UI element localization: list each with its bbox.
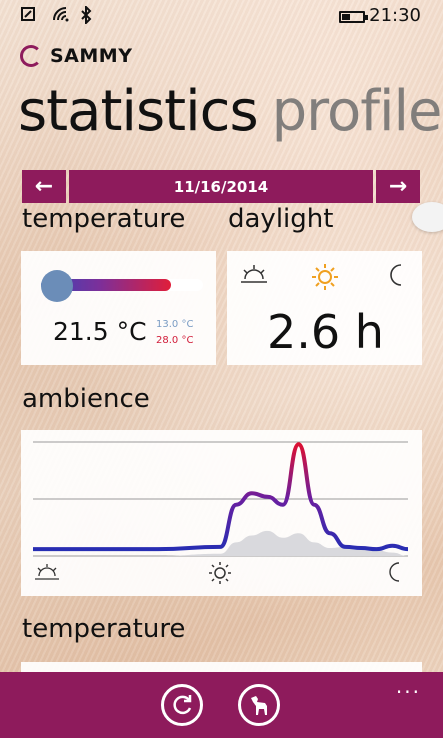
- refresh-button[interactable]: [161, 684, 203, 726]
- sun-icon: [209, 562, 231, 584]
- temperature-section-label: temperature: [22, 614, 186, 644]
- ambience-label: ambience: [22, 384, 150, 414]
- dog-profile-button[interactable]: [238, 684, 280, 726]
- pivot-item-profile[interactable]: profile: [272, 79, 443, 144]
- app-logo-icon: [20, 45, 42, 67]
- temperature-card: 21.5 °C 13.0 °C 28.0 °C: [21, 251, 216, 365]
- dog-icon: [251, 696, 267, 715]
- daylight-label: daylight: [228, 204, 334, 234]
- temperature-min: 13.0 °C: [156, 319, 194, 330]
- ambience-card: [21, 430, 422, 596]
- bluetooth-icon: [80, 4, 92, 28]
- app-name: SAMMY: [50, 45, 133, 67]
- sun-icon: [311, 263, 339, 297]
- clock: 21:30: [369, 5, 421, 26]
- next-day-button[interactable]: →: [376, 170, 420, 203]
- sunrise-icon: [35, 564, 59, 580]
- previous-day-button[interactable]: ←: [22, 170, 66, 203]
- refresh-icon: [173, 695, 192, 715]
- daylight-value: 2.6 h: [267, 305, 384, 359]
- pivot-item-statistics[interactable]: statistics: [18, 79, 259, 144]
- battery-icon: [339, 11, 368, 23]
- ambience-line-series: [32, 442, 409, 552]
- nfc-icon: [20, 6, 36, 26]
- status-bar: 21:30: [0, 0, 443, 32]
- app-title: SAMMY: [20, 45, 132, 67]
- daylight-card: 2.6 h: [227, 251, 422, 365]
- temperature-max: 28.0 °C: [156, 335, 194, 346]
- more-button[interactable]: ...: [396, 674, 421, 698]
- temperature-label: temperature: [22, 204, 186, 234]
- moon-icon: [387, 263, 407, 293]
- ambience-chart: [32, 441, 409, 584]
- ambience-area-series: [33, 530, 408, 556]
- sunrise-icon: [239, 263, 269, 291]
- wifi-icon: [52, 6, 72, 26]
- date-navigation: ← 11/16/2014 →: [22, 170, 420, 203]
- app-bar: ...: [0, 672, 443, 738]
- temperature-value: 21.5 °C: [53, 317, 147, 346]
- current-date: 11/16/2014: [69, 170, 373, 203]
- temperature-gauge-thumb: [41, 270, 73, 302]
- pivot-header: statistics profile: [18, 79, 443, 144]
- moon-icon: [389, 562, 400, 582]
